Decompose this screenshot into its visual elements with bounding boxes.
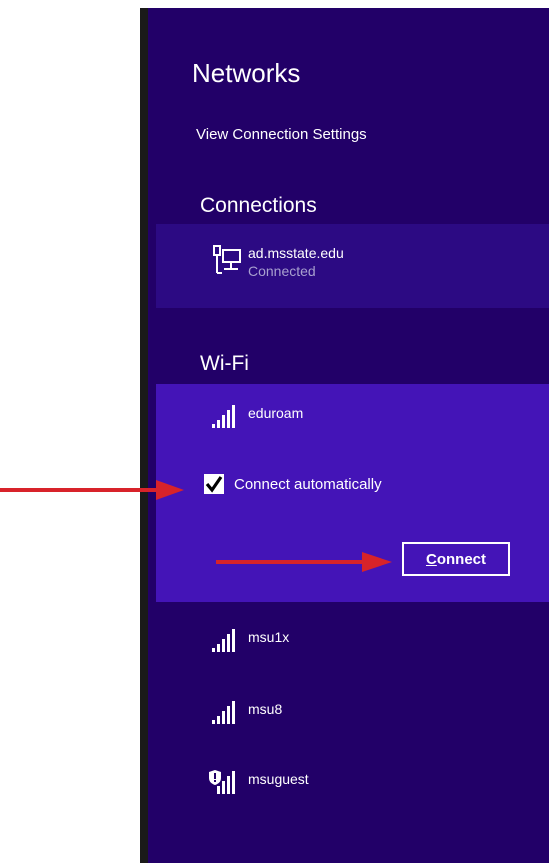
connection-status: Connected [248, 263, 316, 279]
wifi-row-msuguest[interactable]: msuguest [208, 770, 309, 796]
wifi-name: eduroam [248, 405, 304, 421]
checkmark-icon [205, 476, 223, 493]
wifi-signal-icon [208, 404, 240, 430]
networks-panel: Networks View Connection Settings Connec… [140, 8, 549, 863]
wifi-row-msu1x[interactable]: msu1x [208, 628, 289, 654]
wifi-name: msu1x [248, 629, 290, 645]
wifi-shield-signal-icon [208, 770, 240, 796]
connect-automatically-label: Connect automatically [234, 475, 382, 493]
wifi-signal-icon [208, 628, 240, 654]
annotation-arrow-checkbox [0, 480, 184, 500]
connection-name: ad.msstate.edu [248, 245, 344, 261]
wifi-signal-icon [208, 700, 240, 726]
wifi-row-msu8[interactable]: msu8 [208, 700, 282, 726]
panel-title: Networks [192, 58, 301, 88]
wifi-name: msu8 [248, 701, 283, 717]
connections-heading: Connections [200, 194, 317, 217]
connect-automatically-checkbox[interactable] [204, 474, 224, 494]
wifi-row-eduroam[interactable]: eduroam [208, 404, 303, 430]
connect-automatically-option[interactable]: Connect automatically [204, 474, 382, 494]
connect-button-accesskey: C [425, 550, 437, 568]
annotation-arrow-connect [216, 552, 392, 572]
wifi-name: msuguest [248, 771, 309, 787]
connect-button-label: onnect [436, 550, 486, 568]
ethernet-icon [208, 244, 242, 278]
connection-row: ad.msstate.edu Connected [208, 244, 344, 280]
view-connection-settings-link[interactable]: View Connection Settings [196, 126, 367, 143]
connect-button[interactable]: Connect [402, 542, 510, 576]
wifi-heading: Wi-Fi [200, 352, 249, 375]
